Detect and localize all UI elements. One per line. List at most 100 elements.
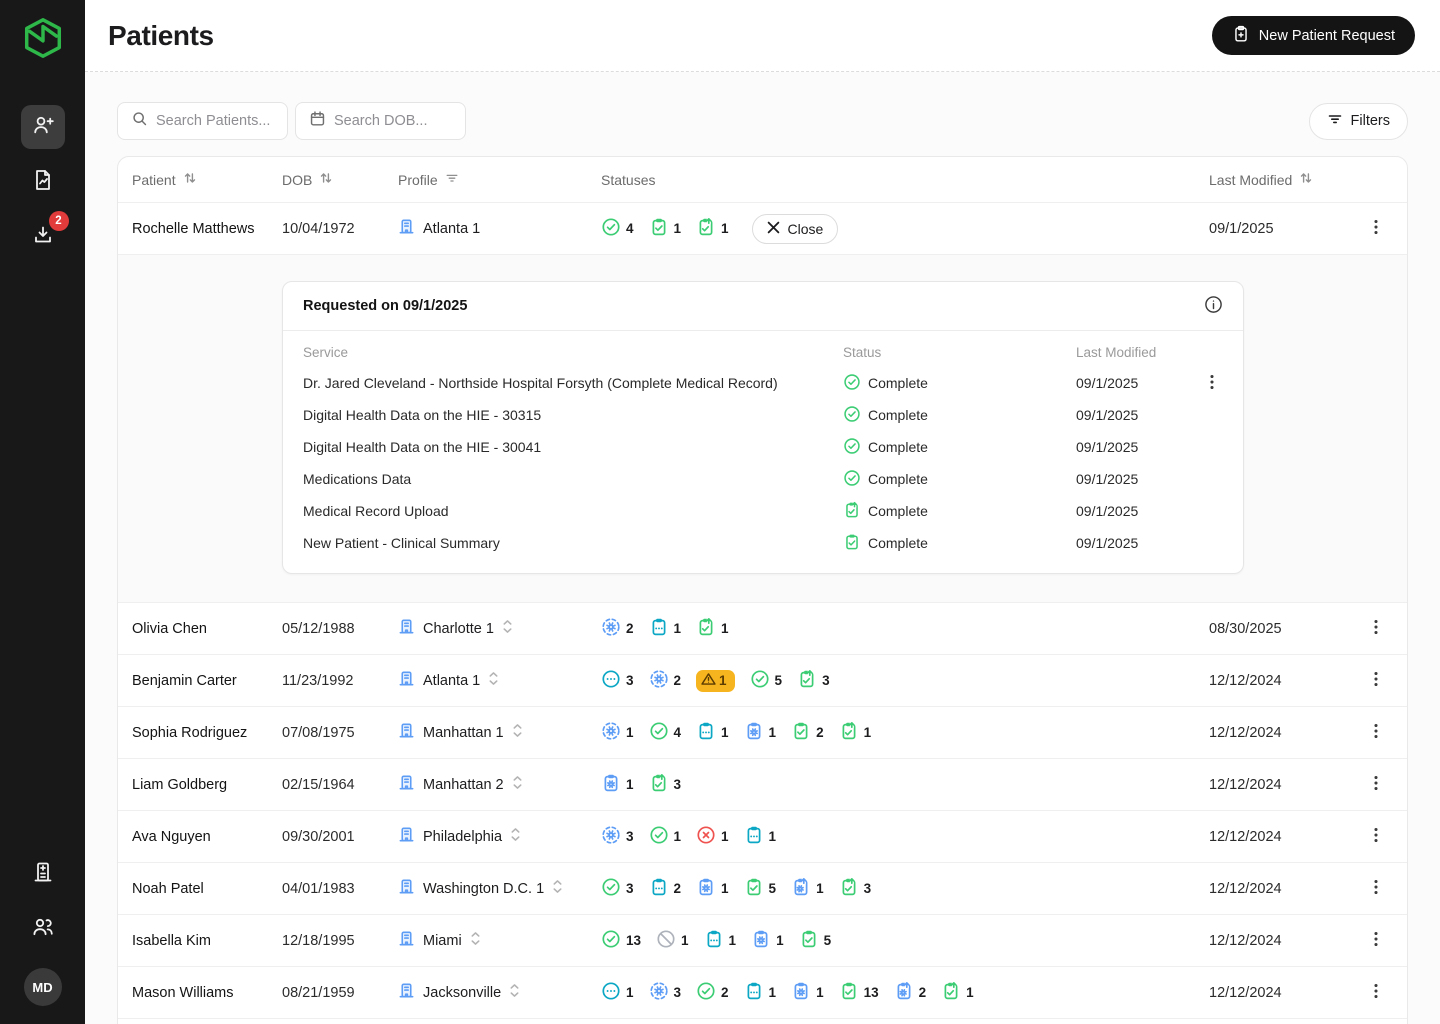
status-chip-clipboard-dots: 1: [704, 929, 737, 953]
status-chip-clipboard-gear: 1: [744, 721, 777, 745]
circle-check-icon: [843, 469, 861, 490]
row-menu-button[interactable]: [1361, 926, 1391, 956]
row-menu-button[interactable]: [1361, 718, 1391, 748]
status-count: 13: [626, 933, 641, 948]
service-status: Complete: [868, 503, 928, 519]
status-count: 1: [776, 933, 784, 948]
profile-selector[interactable]: Atlanta 1: [398, 670, 601, 691]
status-count: 3: [626, 881, 634, 896]
info-icon: [1204, 295, 1223, 317]
column-header-profile[interactable]: Profile: [398, 171, 601, 188]
profile-selector[interactable]: Manhattan 2: [398, 774, 601, 795]
kebab-icon: [1368, 826, 1384, 847]
service-name: New Patient - Clinical Summary: [303, 535, 843, 551]
patient-name: Sophia Rodriguez: [132, 725, 282, 741]
patient-dob: 05/12/1988: [282, 621, 398, 637]
table-row[interactable]: Isabella Kim12/18/1995Miami13111512/12/2…: [118, 914, 1407, 966]
table-row[interactable]: [118, 1018, 1407, 1024]
row-menu-button[interactable]: [1361, 822, 1391, 852]
status-chip-clipboard-up: 1: [839, 721, 872, 745]
row-menu-button[interactable]: [1361, 614, 1391, 644]
status-count: 1: [674, 829, 682, 844]
status-chip-clipboard-up: 3: [839, 877, 872, 901]
status-count: 3: [822, 673, 830, 688]
close-request-button[interactable]: Close: [752, 214, 839, 244]
sidebar-item-patients[interactable]: [21, 105, 65, 149]
new-patient-request-button[interactable]: New Patient Request: [1212, 16, 1415, 55]
last-modified: 12/12/2024: [1209, 933, 1361, 949]
sort-icon: [1299, 171, 1313, 188]
sidebar-item-reports[interactable]: [21, 160, 65, 204]
table-row[interactable]: Sophia Rodriguez07/08/1975Manhattan 1141…: [118, 706, 1407, 758]
clipboard-up-icon: [649, 773, 669, 797]
last-modified: 12/12/2024: [1209, 881, 1361, 897]
table-row[interactable]: Liam Goldberg02/15/1964Manhattan 21312/1…: [118, 758, 1407, 810]
row-menu-button[interactable]: [1361, 874, 1391, 904]
profile-selector[interactable]: Charlotte 1: [398, 618, 601, 639]
sidebar-item-downloads[interactable]: 2: [21, 215, 65, 259]
status-chip-clipboard-gear: 1: [751, 929, 784, 953]
status-chip-clipboard-dots: 1: [649, 617, 682, 641]
column-header-patient[interactable]: Patient: [132, 171, 282, 188]
service-menu-button[interactable]: [1201, 371, 1223, 395]
column-header-dob[interactable]: DOB: [282, 171, 398, 188]
status-chip-gear-dashed: 1: [601, 721, 634, 745]
search-dob-input[interactable]: [334, 113, 452, 129]
service-status: Complete: [868, 407, 928, 423]
statuses-cell: 131115: [601, 929, 1209, 953]
status-chip-circle-dots: 1: [601, 981, 634, 1005]
search-patients-box[interactable]: [117, 102, 288, 140]
profile-selector[interactable]: Jacksonville: [398, 982, 601, 1003]
table-row[interactable]: Rochelle Matthews10/04/1972Atlanta 1411C…: [118, 202, 1407, 254]
status-count: 2: [919, 985, 927, 1000]
row-menu-button[interactable]: [1361, 214, 1391, 244]
profile-selector[interactable]: Manhattan 1: [398, 722, 601, 743]
status-count: 13: [864, 985, 879, 1000]
row-menu-button[interactable]: [1361, 978, 1391, 1008]
table-row[interactable]: Noah Patel04/01/1983Washington D.C. 1321…: [118, 862, 1407, 914]
kebab-icon: [1368, 930, 1384, 951]
row-menu-button[interactable]: [1361, 770, 1391, 800]
search-icon: [131, 110, 148, 132]
service-row: New Patient - Clinical SummaryComplete09…: [303, 527, 1223, 559]
status-count: 1: [769, 725, 777, 740]
status-chip-circle-check: 3: [601, 877, 634, 901]
column-header-last-modified[interactable]: Last Modified: [1209, 171, 1361, 188]
status-count: 1: [719, 673, 727, 688]
status-count: 1: [816, 881, 824, 896]
row-menu-button[interactable]: [1361, 666, 1391, 696]
status-chip-clipboard-up: 1: [941, 981, 974, 1005]
search-patients-input[interactable]: [156, 113, 274, 129]
patient-dob: 04/01/1983: [282, 881, 398, 897]
status-count: 1: [674, 621, 682, 636]
profile-selector[interactable]: Atlanta 1: [398, 218, 601, 239]
filters-button[interactable]: Filters: [1309, 103, 1408, 140]
status-count: 1: [626, 985, 634, 1000]
status-chip-circle-check: 4: [601, 217, 634, 241]
users-icon: [31, 915, 55, 944]
building-icon: [398, 218, 415, 239]
service-column-label: Service: [303, 345, 843, 360]
profile-selector[interactable]: Washington D.C. 1: [398, 878, 601, 899]
patient-name: Mason Williams: [132, 985, 282, 1001]
info-button[interactable]: [1204, 295, 1223, 317]
table-row[interactable]: Benjamin Carter11/23/1992Atlanta 1321531…: [118, 654, 1407, 706]
profile-name: Miami: [423, 933, 462, 949]
table-row[interactable]: Olivia Chen05/12/1988Charlotte 121108/30…: [118, 602, 1407, 654]
building-icon: [398, 774, 415, 795]
status-chip-clipboard-up: 3: [649, 773, 682, 797]
profile-selector[interactable]: Philadelphia: [398, 826, 601, 847]
service-status: Complete: [868, 471, 928, 487]
search-dob-box[interactable]: [295, 102, 466, 140]
profile-selector[interactable]: Miami: [398, 930, 601, 951]
table-row[interactable]: Ava Nguyen09/30/2001Philadelphia311112/1…: [118, 810, 1407, 862]
patient-name: Noah Patel: [132, 881, 282, 897]
table-row[interactable]: Mason Williams08/21/1959Jacksonville1321…: [118, 966, 1407, 1018]
patient-name: Benjamin Carter: [132, 673, 282, 689]
profile-name: Philadelphia: [423, 829, 502, 845]
status-chip-clipboard-gear: 1: [791, 981, 824, 1005]
clipboard-up-icon: [839, 721, 859, 745]
user-avatar[interactable]: MD: [24, 968, 62, 1006]
sidebar-item-team[interactable]: [21, 907, 65, 951]
sidebar-item-facility[interactable]: [21, 852, 65, 896]
